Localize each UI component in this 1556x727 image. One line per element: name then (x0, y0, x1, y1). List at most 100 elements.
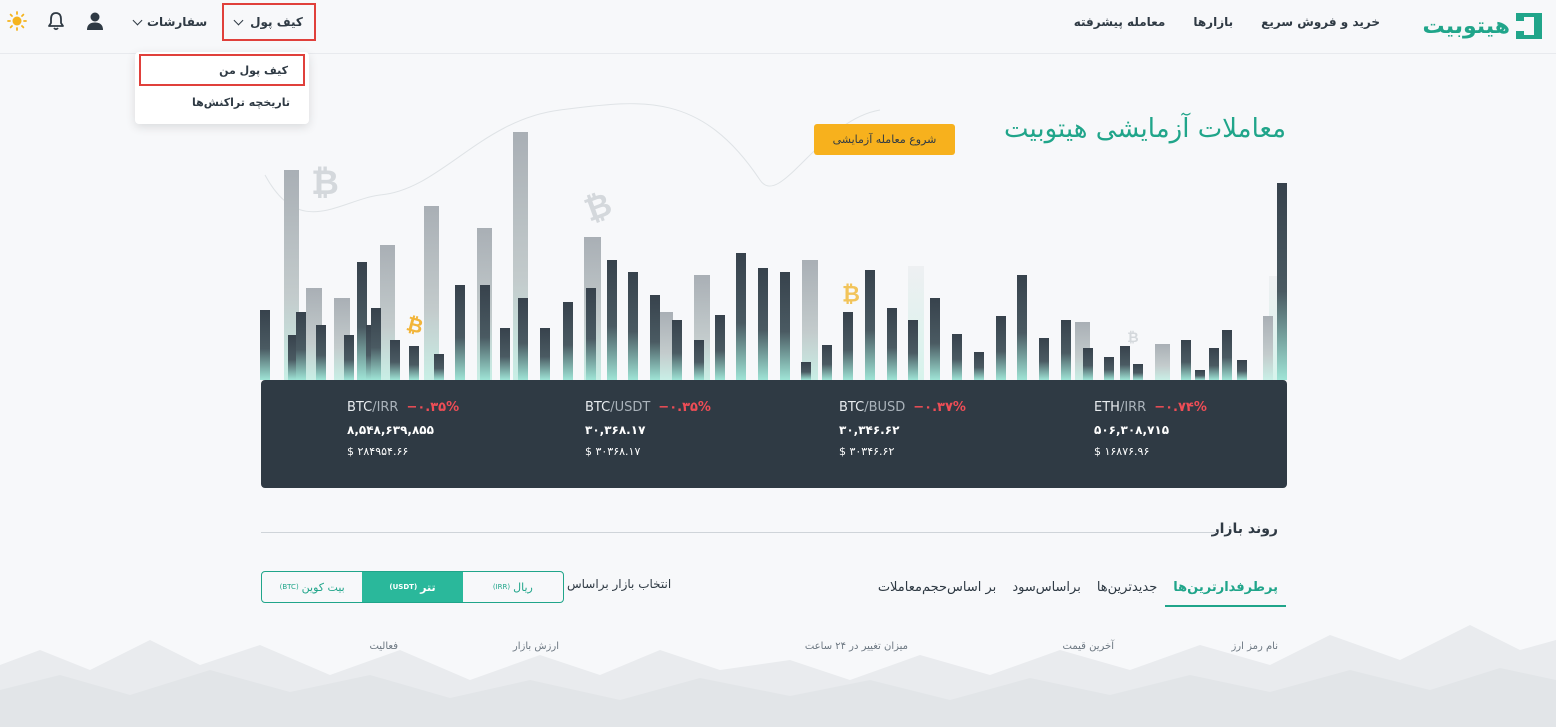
ticker-price: ۵۰۶,۳۰۸,۷۱۵ (1094, 423, 1170, 437)
decorative-bar (296, 312, 306, 380)
segment-btc[interactable]: بیت کوین (BTC) (262, 572, 362, 602)
svg-text:₿: ₿ (1127, 330, 1138, 346)
ticker-quote: /BUSD (864, 400, 906, 415)
decorative-bar (694, 340, 704, 380)
decorative-bar (586, 288, 596, 380)
ticker-base: ETH (1094, 400, 1120, 415)
segment-code: (IRR) (492, 583, 511, 591)
decorative-bar (865, 270, 875, 380)
ticker-quote: /IRR (1119, 400, 1147, 415)
price-ticker-panel: BTC/IRR −۰.۳۵% ۸,۵۴۸,۶۳۹,۸۵۵ $ ۲۸۴۹۵۴.۶۶ … (261, 380, 1287, 488)
ticker-usd-price: $ ۳۰۳۶۸.۱۷ (585, 445, 641, 458)
decorative-bar (434, 354, 444, 380)
segment-irr[interactable]: ریال (IRR) (463, 572, 563, 602)
logo-text: هیتوبیت (1422, 13, 1510, 39)
decorative-bar (1061, 320, 1071, 380)
decorative-bar (357, 262, 367, 380)
nav-quick-trade[interactable]: خرید و فروش سریع (1261, 12, 1380, 32)
segment-code: (BTC) (279, 583, 299, 591)
ticker-price: ۳۰,۳۴۶.۶۲ (839, 423, 900, 437)
bitcoin-coin-icon: ₿ (579, 185, 617, 230)
ticker-item[interactable]: BTC/USDT −۰.۳۵% ۳۰,۳۶۸.۱۷ $ ۳۰۳۶۸.۱۷ (585, 400, 745, 458)
chevron-down-icon (233, 15, 244, 25)
decorative-bar (563, 302, 573, 380)
start-demo-trade-button[interactable]: شروع معامله آزمایشی (814, 124, 955, 155)
bitcoin-coin-icon: ₿ (1127, 330, 1138, 346)
market-base-selector: ریال (IRR) تتر (USDT) بیت کوین (BTC) (261, 571, 564, 603)
decorative-bar (996, 316, 1006, 380)
decorative-bar (952, 334, 962, 380)
ticker-item[interactable]: ETH/IRR −۰.۷۴% ۵۰۶,۳۰۸,۷۱۵ $ ۱۶۸۷۶.۹۶ (1094, 400, 1254, 458)
decorative-bar (672, 320, 682, 380)
ticker-usd-price: $ ۱۶۸۷۶.۹۶ (1094, 445, 1150, 458)
decorative-bar (887, 308, 897, 380)
segment-label: بیت کوین (301, 580, 345, 594)
decorative-bar (658, 312, 673, 380)
decorative-bar (1181, 340, 1191, 380)
decorative-bar (736, 253, 746, 380)
orders-menu[interactable]: سفارشات (132, 10, 207, 34)
decorative-bar (1222, 330, 1232, 380)
market-sort-tabs: پرطرفدارترین‌ها جدیدترین‌ها براساس‌سود ب… (870, 574, 1286, 607)
decorative-bar (390, 340, 400, 380)
market-trend-title: روند بازار (1211, 521, 1278, 537)
decorative-bar (1155, 344, 1170, 380)
chevron-down-icon (132, 15, 143, 25)
ticker-item[interactable]: BTC/IRR −۰.۳۵% ۸,۵۴۸,۶۳۹,۸۵۵ $ ۲۸۴۹۵۴.۶۶ (347, 400, 507, 458)
decorative-bar (1133, 364, 1143, 380)
wallet-menu[interactable]: کیف پول (222, 3, 316, 41)
decorative-bar (1104, 357, 1114, 380)
decorative-bar (1083, 348, 1093, 380)
user-icon[interactable] (84, 10, 106, 32)
tab-by-volume[interactable]: بر اساس‌حجم‌معاملات (870, 574, 1005, 607)
tab-by-profit[interactable]: براساس‌سود (1004, 574, 1089, 607)
decorative-bar (500, 328, 510, 380)
ticker-quote: /IRR (372, 400, 399, 415)
logo-mark-icon (1516, 13, 1542, 39)
wallet-dropdown: کیف پول من تاریخچه تراکنش‌ها (135, 52, 309, 124)
nav-advanced-trade[interactable]: معامله پیشرفته (1074, 12, 1166, 32)
ticker-base: BTC (347, 400, 373, 415)
ticker-change: −۰.۳۵% (658, 400, 711, 415)
segment-usdt[interactable]: تتر (USDT) (362, 572, 463, 602)
ticker-usd-price: $ ۳۰۳۴۶.۶۲ (839, 445, 895, 458)
ticker-item[interactable]: BTC/BUSD −۰.۳۷% ۳۰,۳۴۶.۶۲ $ ۳۰۳۴۶.۶۲ (839, 400, 999, 458)
decorative-bar (518, 298, 528, 380)
decorative-bar (1277, 183, 1287, 380)
bell-icon[interactable] (45, 10, 67, 32)
menu-item-my-wallet[interactable]: کیف پول من (139, 54, 305, 86)
nav-markets[interactable]: بازارها (1193, 12, 1233, 32)
tab-newest[interactable]: جدیدترین‌ها (1089, 574, 1165, 607)
bitcoin-coin-icon: ₿ (404, 311, 426, 338)
decorative-bar (930, 298, 940, 380)
top-navigation-bar: هیتوبیت خرید و فروش سریع بازارها معامله … (0, 0, 1556, 54)
ticker-quote: /USDT (610, 400, 651, 415)
brand-logo[interactable]: هیتوبیت (1422, 9, 1542, 43)
decorative-bar (1017, 275, 1027, 380)
sun-icon[interactable] (6, 10, 28, 32)
svg-text:₿: ₿ (311, 163, 339, 203)
divider (261, 532, 1217, 533)
ticker-change: −۰.۳۵% (406, 400, 460, 415)
decorative-bar (1263, 316, 1273, 380)
decorative-bar (480, 285, 490, 380)
ticker-change: −۰.۳۷% (913, 400, 966, 415)
ticker-base: BTC (585, 400, 611, 415)
svg-text:₿: ₿ (579, 185, 617, 230)
decorative-bar (1209, 348, 1219, 380)
column-header-24h-change: میزان تغییر در ۲۴ ساعت (804, 641, 908, 652)
mountain-background (0, 625, 1556, 727)
tab-most-popular[interactable]: پرطرفدارترین‌ها (1165, 574, 1286, 607)
segment-code: (USDT) (389, 583, 418, 591)
column-header-activity: فعالیت (369, 641, 398, 652)
decorative-bar (424, 206, 439, 380)
menu-item-transaction-history[interactable]: تاریخچه تراکنش‌ها (139, 88, 305, 120)
decorative-bar (1039, 338, 1049, 380)
decorative-bar (908, 320, 918, 380)
decorative-bar (344, 335, 354, 380)
ticker-price: ۸,۵۴۸,۶۳۹,۸۵۵ (347, 423, 434, 437)
wallet-menu-label: کیف پول (250, 15, 303, 29)
svg-text:₿: ₿ (842, 283, 860, 308)
decorative-bar (650, 295, 660, 380)
decorative-bar (607, 260, 617, 380)
